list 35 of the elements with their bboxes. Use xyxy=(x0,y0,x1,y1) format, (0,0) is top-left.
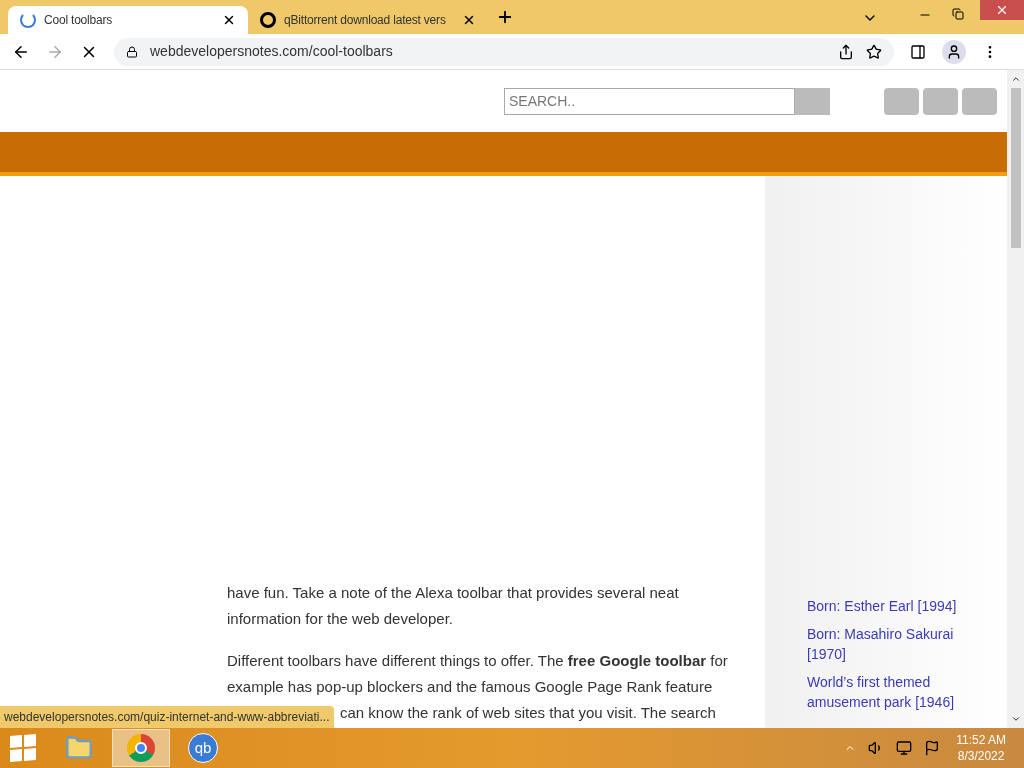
tab-title: Cool toolbars xyxy=(44,12,114,29)
restore-icon[interactable] xyxy=(952,8,964,20)
close-icon[interactable] xyxy=(462,13,476,27)
browser-tab[interactable]: Cool toolbars xyxy=(8,6,248,34)
lock-icon xyxy=(126,45,138,58)
search-field[interactable]: SEARCH.. xyxy=(504,87,795,115)
star-icon[interactable] xyxy=(866,43,882,60)
close-icon[interactable] xyxy=(222,13,236,27)
qbittorrent-icon: qb xyxy=(188,733,218,763)
chrome-icon xyxy=(127,734,155,762)
close-icon xyxy=(995,3,1009,17)
taskbar-app[interactable] xyxy=(112,729,170,767)
paragraph: have fun. Take a note of the Alexa toolbar that provides several neat information for the web developer. xyxy=(227,583,680,629)
share-icon[interactable] xyxy=(838,43,854,60)
address-bar[interactable]: webdevelopersnotes.com/cool-toolbars xyxy=(114,37,894,66)
start-icon[interactable] xyxy=(10,734,36,762)
folder-icon xyxy=(65,734,93,762)
scroll-down-icon[interactable] xyxy=(1010,714,1021,724)
scroll-up-icon[interactable] xyxy=(1010,74,1021,84)
taskbar-app[interactable]: qb xyxy=(174,729,232,767)
scrollbar[interactable] xyxy=(1007,70,1024,728)
scrollbar-thumb[interactable] xyxy=(1010,88,1021,248)
network-icon[interactable] xyxy=(896,740,913,756)
side-panel-icon[interactable] xyxy=(910,43,926,60)
browser-tab[interactable]: qBittorrent download latest vers xyxy=(248,6,488,34)
status-tooltip: webdevelopersnotes.com/quiz-internet-and-www-abbreviati... xyxy=(0,706,334,728)
url-text: webdevelopersnotes.com/cool-toolbars xyxy=(150,42,394,61)
sidebar-link[interactable]: Born: Esther Earl [1994] xyxy=(807,596,977,616)
tab-title: qBittorrent download latest vers xyxy=(284,12,447,29)
sidebar-link[interactable]: World’s first themed amusement park [1946] xyxy=(807,672,977,712)
new-tab-icon[interactable] xyxy=(496,8,514,26)
profile-icon[interactable] xyxy=(942,39,966,64)
flag-icon[interactable] xyxy=(924,740,941,756)
sidebar-link[interactable]: Born: Masahiro Sakurai [1970] xyxy=(807,624,977,664)
loading-icon xyxy=(20,12,36,28)
